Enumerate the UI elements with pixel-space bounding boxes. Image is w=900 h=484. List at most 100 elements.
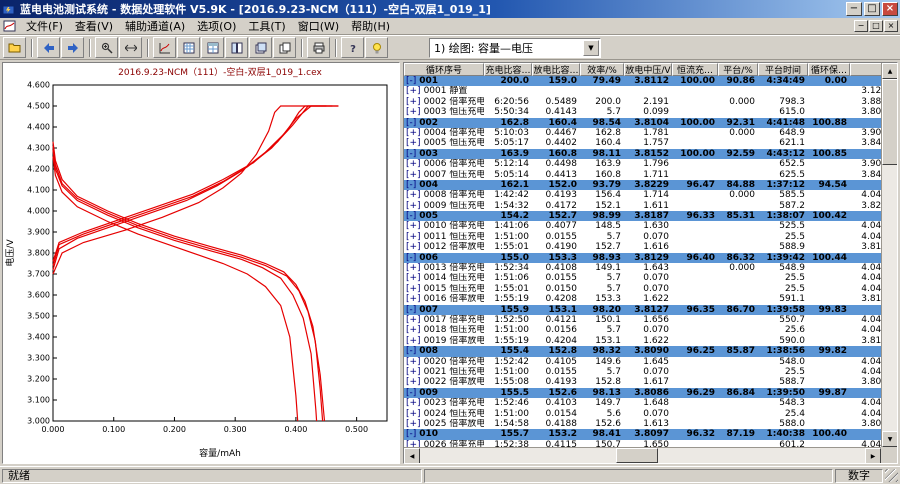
maximize-button[interactable]: □ <box>864 2 880 16</box>
cycle-row[interactable]: [-] 005 154.2 152.7 98.99 3.8187 96.33 85.31 1:3… <box>404 211 881 222</box>
expander[interactable]: [+] <box>406 159 421 169</box>
cycle-row[interactable]: [-] 001 200.0 159.0 79.49 3.8112 100.00 90.86 4:… <box>404 76 881 87</box>
menu-file[interactable]: 文件(F) <box>20 17 69 35</box>
scroll-left-icon[interactable]: ◀ <box>404 448 420 463</box>
column-header[interactable]: 平台/% <box>718 63 758 76</box>
menu-tools[interactable]: 工具(T) <box>242 17 291 35</box>
step-row[interactable]: [+] 0008 倍率充电 1:42:42 0.4193 156.4 1.714 0.000… <box>404 190 881 200</box>
expander[interactable]: [-] <box>406 76 416 86</box>
expander[interactable]: [+] <box>406 294 421 304</box>
expander[interactable]: [+] <box>406 325 421 335</box>
vertical-scrollbar[interactable]: ▲ ▼ <box>881 63 897 447</box>
open-folder-button[interactable] <box>3 37 26 58</box>
chevron-down-icon[interactable]: ▼ <box>583 39 599 56</box>
arrow-right-button[interactable] <box>61 37 84 58</box>
cycle-row[interactable]: [-] 004 162.1 152.0 93.79 3.8229 96.47 84.88 1:3… <box>404 179 881 191</box>
expander[interactable]: [-] <box>406 211 416 221</box>
cycle-row[interactable]: [-] 007 155.9 153.1 98.20 3.8127 96.35 86.70 1:3… <box>404 304 881 315</box>
step-row[interactable]: [+] 0021 恒压充电 1:51:00 0.0155 5.7 0.070 25.5 4.0… <box>404 367 881 377</box>
curve-chart-button[interactable] <box>153 37 176 58</box>
cycle-row[interactable]: [-] 008 155.4 152.8 98.32 3.8090 96.25 85.87 1:3… <box>404 346 881 357</box>
column-header[interactable]: 平台时间 <box>758 63 808 76</box>
cycle-row[interactable]: [-] 002 162.8 160.4 98.54 3.8104 100.00 92.31 4:… <box>404 117 881 128</box>
cycle-row[interactable]: [-] 010 155.7 153.2 98.41 3.8097 96.32 87.19 1:4… <box>404 429 881 440</box>
hscroll-track[interactable] <box>420 448 865 463</box>
expander[interactable]: [-] <box>406 429 416 439</box>
step-row[interactable]: [+] 0020 倍率充电 1:52:42 0.4105 149.6 1.645 548.0… <box>404 357 881 367</box>
expander[interactable]: [+] <box>406 232 421 242</box>
step-row[interactable]: [+] 0003 恒压充电 5:50:34 0.4143 5.7 0.099 615.0 3.… <box>404 107 881 117</box>
step-row[interactable]: [+] 0002 倍率充电 6:20:56 0.5489 200.0 2.191 0.000… <box>404 97 881 107</box>
step-row[interactable]: [+] 0016 倍率放电 1:55:19 0.4208 153.3 1.622 591.1… <box>404 294 881 304</box>
column-header[interactable]: 循环序号 <box>404 63 484 76</box>
mdi-minimize-button[interactable]: − <box>854 20 868 32</box>
plot-type-select[interactable]: 1) 绘图: 容量—电压 ▼ <box>429 37 601 58</box>
step-row[interactable]: [+] 0018 恒压充电 1:51:00 0.0156 5.7 0.070 25.6 4.0… <box>404 325 881 335</box>
vscroll-track[interactable] <box>882 79 897 431</box>
split-view-button[interactable] <box>225 37 248 58</box>
step-row[interactable]: [+] 0010 倍率充电 1:41:06 0.4077 148.5 1.630 525.5… <box>404 221 881 231</box>
step-row[interactable]: [+] 0004 倍率充电 5:10:03 0.4467 162.8 1.781 0.000… <box>404 128 881 138</box>
menu-options[interactable]: 选项(O) <box>191 17 242 35</box>
vscroll-thumb[interactable] <box>882 79 897 165</box>
expander[interactable]: [+] <box>406 284 421 294</box>
copy-button[interactable] <box>273 37 296 58</box>
expander[interactable]: [+] <box>406 107 421 117</box>
column-header[interactable]: 循环保… <box>808 63 850 76</box>
overlay-view-button[interactable] <box>249 37 272 58</box>
expander[interactable]: [-] <box>406 346 416 356</box>
horizontal-scrollbar[interactable]: ◀ ▶ <box>404 447 881 463</box>
bulb-button[interactable] <box>365 37 388 58</box>
zoom-in-button[interactable] <box>95 37 118 58</box>
expander[interactable]: [+] <box>406 336 421 346</box>
mdi-restore-button[interactable]: □ <box>869 20 883 32</box>
expander[interactable]: [-] <box>406 253 416 263</box>
scroll-up-icon[interactable]: ▲ <box>882 63 897 79</box>
arrow-left-button[interactable] <box>37 37 60 58</box>
expander[interactable]: [+] <box>406 315 421 325</box>
expander[interactable]: [+] <box>406 263 421 273</box>
expander[interactable]: [+] <box>406 97 421 107</box>
step-row[interactable]: [+] 0013 倍率充电 1:52:34 0.4108 149.1 1.643 0.000… <box>404 263 881 273</box>
grid-chart-button[interactable] <box>177 37 200 58</box>
menu-window[interactable]: 窗口(W) <box>292 17 345 35</box>
expander[interactable]: [-] <box>406 388 416 398</box>
expander[interactable]: [+] <box>406 190 421 200</box>
step-row[interactable]: [+] 0005 恒压充电 5:05:17 0.4402 160.4 1.757 621.1… <box>404 138 881 148</box>
expander[interactable]: [+] <box>406 138 421 148</box>
scroll-right-icon[interactable]: ▶ <box>865 448 881 463</box>
expander[interactable]: [+] <box>406 357 421 367</box>
data-table-button[interactable] <box>201 37 224 58</box>
step-row[interactable]: [+] 0006 倍率充电 5:12:14 0.4498 163.9 1.796 652.5… <box>404 159 881 169</box>
step-row[interactable]: [+] 0015 恒压充电 1:55:01 0.0150 5.7 0.070 25.5 4.0… <box>404 284 881 294</box>
step-row[interactable]: [+] 0023 倍率充电 1:52:46 0.4103 149.7 1.648 548.3… <box>404 398 881 408</box>
menu-view[interactable]: 查看(V) <box>69 17 119 35</box>
expander[interactable]: [+] <box>406 128 421 138</box>
expander[interactable]: [-] <box>406 149 416 159</box>
expander[interactable]: [-] <box>406 180 416 190</box>
step-row[interactable]: [+] 0012 倍率放电 1:55:01 0.4190 152.7 1.616 588.9… <box>404 242 881 252</box>
step-row[interactable]: [+] 0014 恒压充电 1:51:06 0.0155 5.7 0.070 25.5 4.0… <box>404 273 881 283</box>
column-header[interactable]: 效率/% <box>580 63 624 76</box>
expander[interactable]: [+] <box>406 419 421 429</box>
expander[interactable]: [+] <box>406 170 421 180</box>
step-row[interactable]: [+] 0019 倍率放电 1:55:19 0.4204 153.1 1.622 590.0… <box>404 336 881 346</box>
print-button[interactable] <box>307 37 330 58</box>
scroll-down-icon[interactable]: ▼ <box>882 431 897 447</box>
cycle-row[interactable]: [-] 009 155.5 152.6 98.13 3.8086 96.29 86.84 1:3… <box>404 387 881 399</box>
expander[interactable]: [+] <box>406 409 421 419</box>
menu-aux-channel[interactable]: 辅助通道(A) <box>119 17 191 35</box>
expander[interactable]: [+] <box>406 273 421 283</box>
cycle-row[interactable]: [-] 003 163.9 160.8 98.11 3.8152 100.00 92.59 4:… <box>404 148 881 160</box>
expander[interactable]: [+] <box>406 221 421 231</box>
expander[interactable]: [-] <box>406 305 416 315</box>
menu-help[interactable]: 帮助(H) <box>345 17 396 35</box>
expander[interactable]: [+] <box>406 201 421 211</box>
fit-width-button[interactable] <box>119 37 142 58</box>
step-row[interactable]: [+]0001 静置 3.128 <box>404 86 881 96</box>
minimize-button[interactable]: − <box>846 2 862 16</box>
expander[interactable]: [+] <box>406 86 421 96</box>
step-row[interactable]: [+] 0017 倍率充电 1:52:50 0.4121 150.1 1.656 550.7… <box>404 315 881 325</box>
step-row[interactable]: [+] 0011 恒压充电 1:51:00 0.0155 5.7 0.070 25.5 4.0… <box>404 232 881 242</box>
step-row[interactable]: [+] 0022 倍率放电 1:55:08 0.4193 152.8 1.617 588.7… <box>404 377 881 387</box>
